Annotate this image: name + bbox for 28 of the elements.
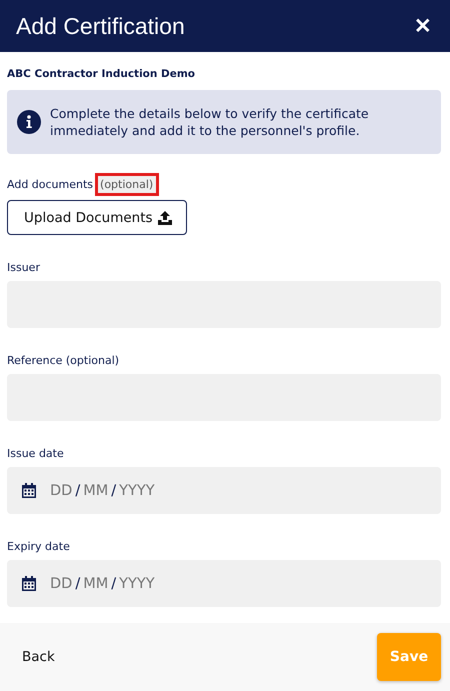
date-placeholder: DD [50,576,72,592]
dialog-title: Add Certification [16,12,185,40]
field-label: Issuer [7,261,41,274]
date-input-field[interactable]: DD / MM / YYYY [7,467,441,514]
date-placeholder: YYYY [119,576,155,592]
calendar-icon [22,576,36,592]
date-separator: / [75,482,80,499]
close-button[interactable]: ✕ [414,14,432,39]
calendar-icon [22,483,36,498]
back-button[interactable]: Back [22,649,55,666]
date-separator: / [111,576,116,592]
field-label: Expiry date [7,540,71,554]
date-placeholder: YYYY [119,482,155,499]
notice-text: Complete the details below to verify the certificate immediately and add it to the personnel's profile. [50,105,370,140]
optional-note: (optional) [98,176,156,194]
organisation-name: ABC Contractor Induction Demo [7,68,196,80]
date-separator: / [75,576,80,592]
date-separator: / [111,482,116,499]
upload-documents-button[interactable]: Upload Documents [7,200,187,236]
date-placeholder: MM [83,482,108,499]
field-label: Add documents [7,178,94,192]
date-input-field[interactable]: DD / MM / YYYY [7,560,441,608]
field-label: Issue date [7,447,65,460]
info-icon [17,110,41,134]
date-placeholder: DD [50,482,72,499]
field-label: Reference (optional) [7,354,120,368]
upload-icon [158,210,172,225]
date-placeholder: MM [83,576,108,592]
